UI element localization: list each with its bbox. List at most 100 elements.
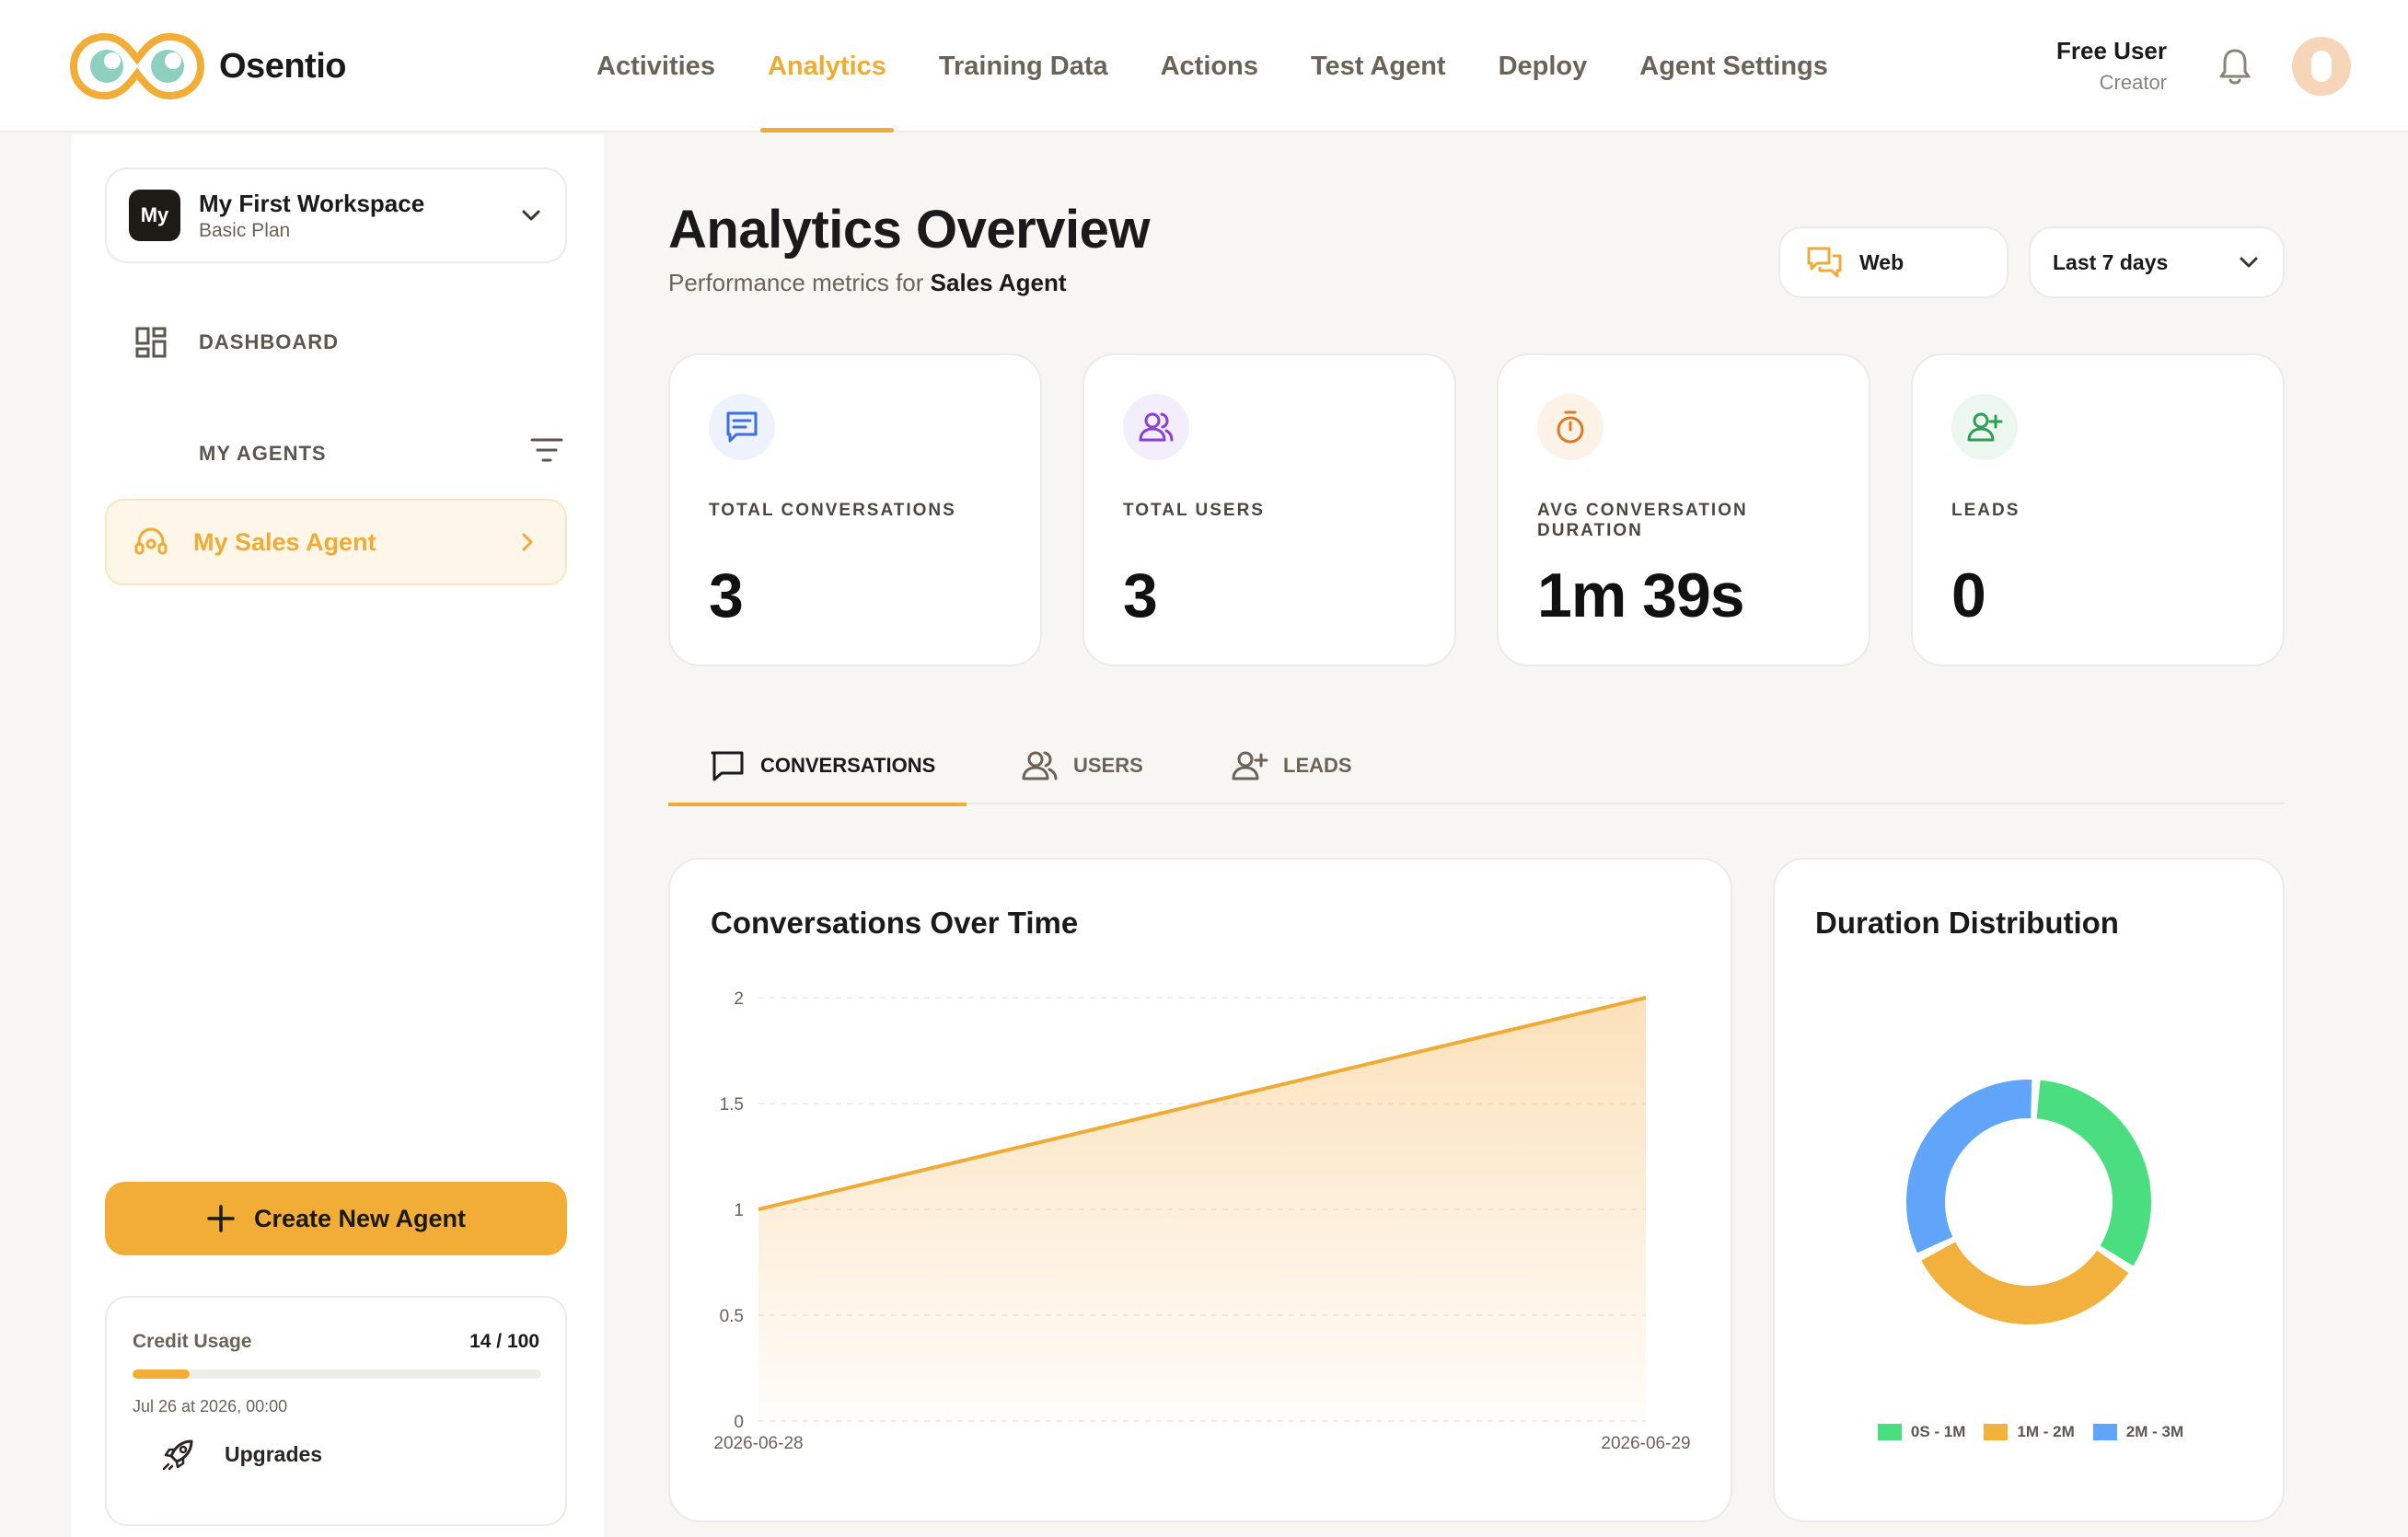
tab-users[interactable]: USERS (1022, 727, 1143, 804)
tab-leads[interactable]: LEADS (1232, 727, 1352, 804)
page-subtitle: Performance metrics for Sales Agent (668, 269, 1067, 297)
credit-usage-count: 14 / 100 (469, 1331, 539, 1352)
legend-item: 0S - 1M (1877, 1423, 1965, 1441)
donut-slice[interactable] (2036, 1080, 2151, 1266)
page-subtitle-agent: Sales Agent (930, 269, 1067, 296)
analytics-tabs: CONVERSATIONS USERS LEADS (668, 727, 2285, 806)
line-chart: 0 0.5 1 1.5 2 2026-06-28 2026-06-29 (713, 989, 1690, 1453)
tab-label: LEADS (1283, 754, 1352, 777)
duration-distribution-card: Duration Distribution 0S - 1M 1M - 2M 2M -… (1773, 858, 2285, 1522)
stat-icon-wrap (709, 394, 775, 460)
credit-reset-date: Jul 26 at 2026, 00:00 (133, 1397, 288, 1416)
x-tick-label: 2026-06-28 (713, 1434, 803, 1453)
avatar-glyph (2311, 51, 2332, 82)
y-tick-label: 0.5 (720, 1307, 744, 1326)
rocket-icon (162, 1439, 193, 1471)
chevron-down-icon (522, 210, 540, 221)
bell-icon[interactable] (2218, 46, 2252, 87)
create-new-agent-label: Create New Agent (253, 1204, 467, 1232)
logo[interactable]: Osentio (70, 29, 346, 103)
headset-icon (134, 527, 168, 555)
nav-agent-settings[interactable]: Agent Settings (1632, 0, 1835, 133)
donut-slice[interactable] (1921, 1241, 2129, 1324)
credit-usage-bar (133, 1369, 541, 1379)
create-new-agent-button[interactable]: Create New Agent (105, 1182, 567, 1255)
avatar[interactable] (2292, 37, 2351, 96)
stat-value: 0 (1951, 560, 1986, 630)
credit-usage-title: Credit Usage (133, 1331, 252, 1352)
nav-actions[interactable]: Actions (1153, 0, 1266, 133)
stat-label: LEADS (1951, 501, 2020, 520)
sidebar-item-dashboard[interactable]: DASHBOARD (134, 326, 339, 359)
workspace-selector[interactable]: My My First Workspace Basic Plan (105, 168, 567, 263)
conversations-over-time-card: Conversations Over Time 0 0.5 1 1.5 2 2026-06… (668, 858, 1732, 1522)
sidebar-item-my-sales-agent[interactable]: My Sales Agent (105, 499, 567, 585)
agent-name: My Sales Agent (193, 527, 376, 556)
plus-icon (207, 1205, 235, 1232)
top-header: Osentio Activities Analytics Training Da… (0, 0, 2408, 133)
donut-slice[interactable] (1906, 1080, 2032, 1254)
sidebar: My My First Workspace Basic Plan DASHBOA… (72, 134, 604, 1537)
add-user-outline-icon (1232, 751, 1268, 780)
y-tick-label: 0 (734, 1413, 744, 1432)
upgrades-link[interactable]: Upgrades (160, 1436, 322, 1473)
x-tick-label: 2026-06-29 (1601, 1434, 1690, 1453)
user-info[interactable]: Free User Creator (2056, 37, 2167, 95)
sidebar-item-label: DASHBOARD (199, 330, 339, 353)
nav-training-data[interactable]: Training Data (932, 0, 1116, 133)
stat-label: AVG CONVERSATION DURATION (1537, 501, 1748, 540)
my-agents-heading: MY AGENTS (199, 442, 327, 465)
filter-icon[interactable] (530, 436, 563, 464)
stat-label: TOTAL USERS (1123, 501, 1265, 520)
workspace-text: My First Workspace Basic Plan (199, 190, 519, 242)
legend-swatch (1877, 1424, 1902, 1440)
logo-icon (70, 32, 204, 100)
chart-legend: 0S - 1M 1M - 2M 2M - 3M (1775, 1423, 2286, 1441)
workspace-badge: My (129, 190, 180, 241)
page-subtitle-prefix: Performance metrics for (668, 269, 924, 296)
legend-item: 2M - 3M (2092, 1423, 2184, 1441)
chevron-right-icon (522, 533, 533, 551)
y-tick-label: 1 (734, 1201, 744, 1220)
nav-activities[interactable]: Activities (589, 0, 723, 133)
nav-analytics[interactable]: Analytics (759, 0, 894, 133)
channel-filter-label: Web (1859, 249, 1904, 274)
users-outline-icon (1022, 751, 1058, 780)
stat-card-leads: LEADS 0 (1911, 353, 2285, 666)
workspace-name: My First Workspace (199, 189, 425, 217)
stat-icon-wrap (1951, 394, 2018, 460)
tab-label: USERS (1073, 754, 1143, 777)
main-nav: Activities Analytics Training Data Actio… (589, 0, 1873, 133)
legend-label: 2M - 3M (2125, 1423, 2184, 1440)
stat-icon-wrap (1123, 394, 1189, 460)
legend-swatch (2092, 1424, 2117, 1440)
credit-usage-card: Credit Usage 14 / 100 Jul 26 at 2026, 00… (105, 1296, 567, 1526)
stat-value: 1m 39s (1537, 560, 1745, 630)
channel-filter[interactable]: Web (1778, 226, 2009, 298)
user-name: Free User (2056, 37, 2167, 64)
nav-deploy[interactable]: Deploy (1491, 0, 1595, 133)
stat-label: TOTAL CONVERSATIONS (709, 501, 956, 520)
tab-conversations[interactable]: CONVERSATIONS (668, 727, 967, 806)
chat-icon (726, 411, 758, 443)
stat-value: 3 (1123, 560, 1158, 630)
upgrades-label: Upgrades (225, 1441, 323, 1466)
credit-usage-fill (133, 1369, 191, 1379)
nav-test-agent[interactable]: Test Agent (1303, 0, 1453, 133)
dashboard-icon (135, 327, 167, 358)
legend-swatch (1984, 1424, 2009, 1440)
chevron-down-icon (2240, 257, 2258, 268)
add-user-icon (1967, 412, 2003, 442)
date-range-select[interactable]: Last 7 days (2029, 226, 2285, 298)
stat-icon-wrap (1537, 394, 1603, 460)
date-range-label: Last 7 days (2053, 249, 2169, 274)
chat-bubbles-icon (1807, 247, 1842, 278)
area-fill (758, 998, 1646, 1421)
y-tick-label: 1.5 (720, 1095, 744, 1115)
workspace-plan: Basic Plan (199, 219, 291, 241)
timer-icon (1557, 410, 1584, 444)
legend-item: 1M - 2M (1984, 1423, 2075, 1441)
users-icon (1139, 412, 1174, 442)
chat-outline-icon (711, 751, 744, 781)
tab-label: CONVERSATIONS (760, 754, 936, 777)
